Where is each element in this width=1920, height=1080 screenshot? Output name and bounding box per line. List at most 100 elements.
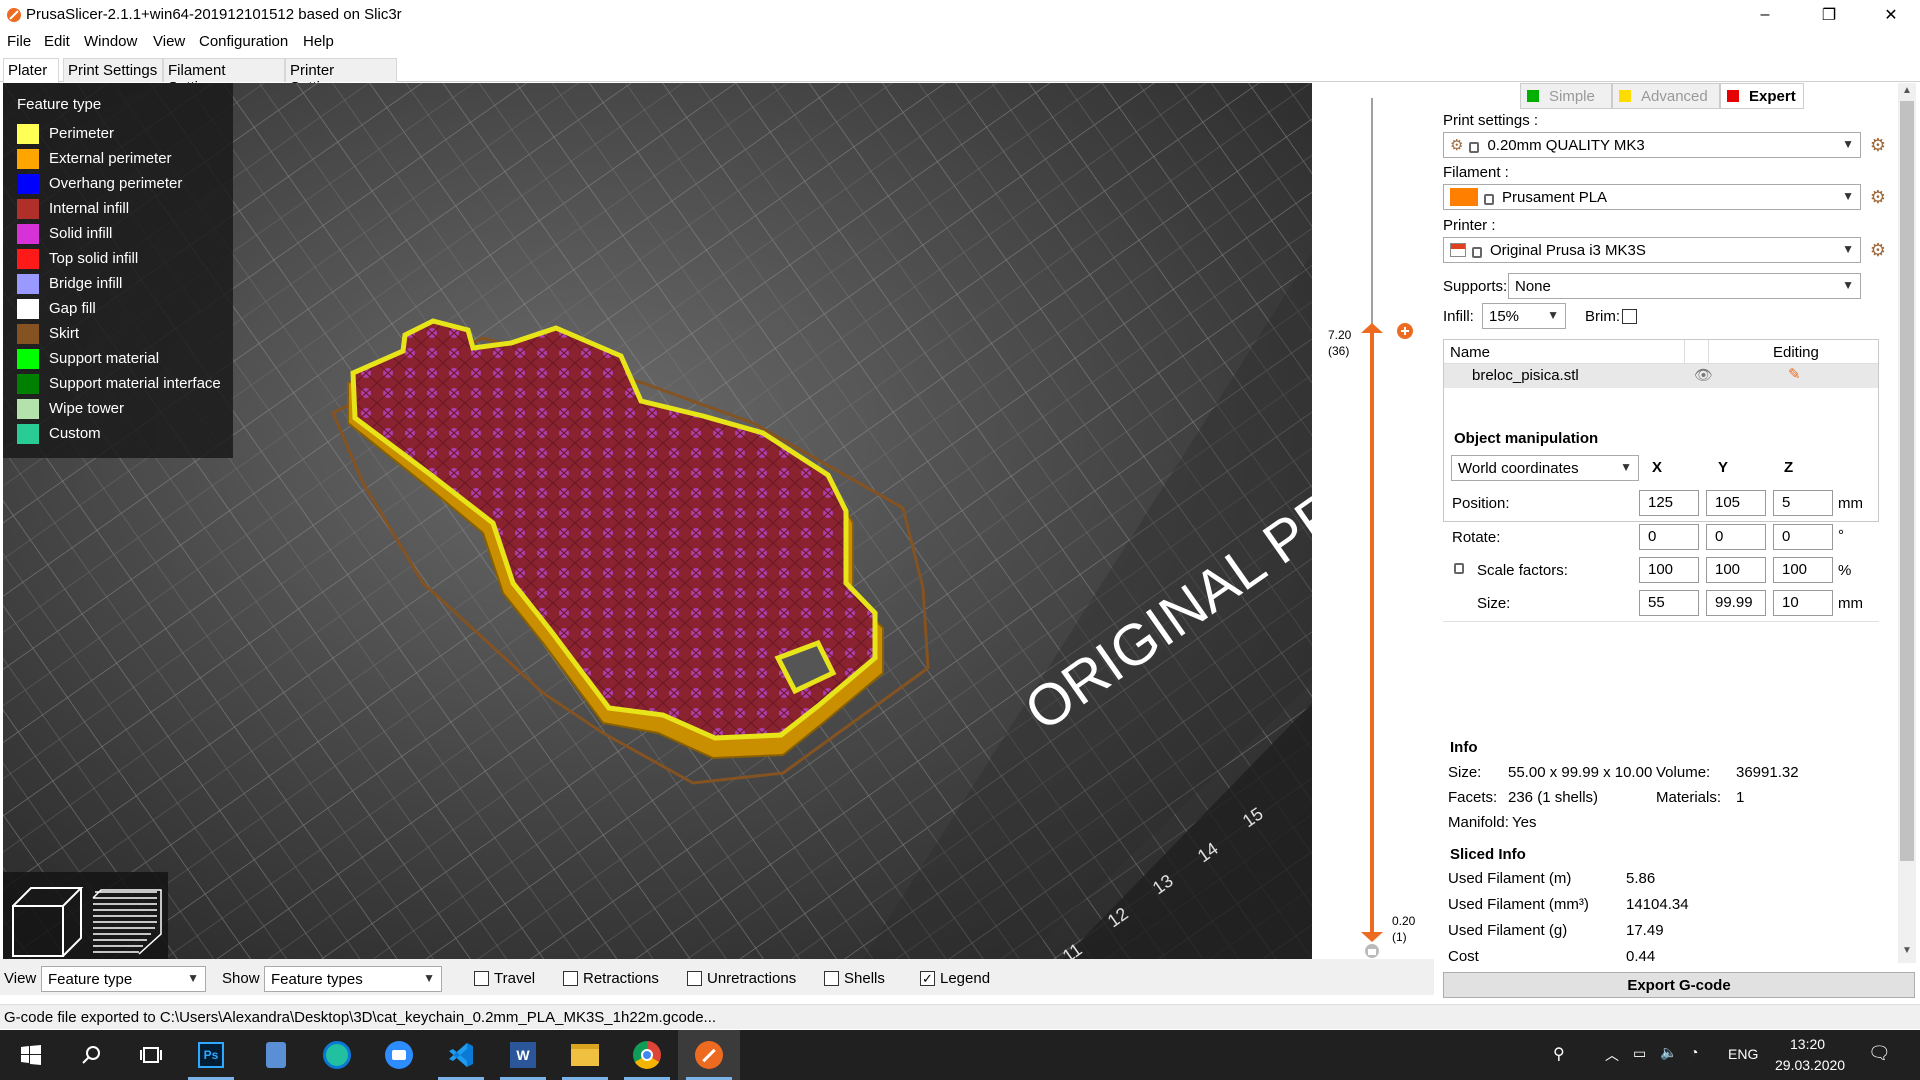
scale-x-input[interactable]: 100 [1639,557,1699,583]
menu-edit[interactable]: Edit [44,33,70,50]
printer-select[interactable]: Original Prusa i3 MK3S ▼ [1443,237,1861,263]
sidebar-scrollbar[interactable]: ▲ ▼ [1898,83,1916,963]
size-z-input[interactable]: 10 [1773,590,1833,616]
minimize-button[interactable]: – [1742,0,1788,30]
menu-view[interactable]: View [153,33,185,50]
coordinates-select[interactable]: World coordinates ▼ [1451,455,1639,481]
explorer-icon[interactable] [554,1030,616,1080]
search-icon[interactable] [60,1030,122,1080]
start-icon[interactable] [0,1030,62,1080]
size-label: Size: [1477,595,1511,612]
file-icon[interactable] [245,1030,307,1080]
rotate-label: Rotate: [1452,529,1501,546]
mode-expert-button[interactable]: Expert [1720,83,1804,109]
col-editing[interactable]: Editing [1773,344,1819,361]
export-gcode-button[interactable]: Export G-code [1443,972,1915,998]
menu-configuration[interactable]: Configuration [199,33,288,50]
menu-window[interactable]: Window [84,33,137,50]
maximize-button[interactable]: ❐ [1806,0,1852,30]
rotate-y-input[interactable]: 0 [1706,524,1766,550]
clock-time[interactable]: 13:20 [1790,1036,1825,1052]
bottom-layer-handle[interactable] [1361,932,1383,942]
edit-icon[interactable]: ✎ [1788,365,1801,383]
show-select[interactable]: Feature types ▼ [264,966,442,992]
rotate-x-input[interactable]: 0 [1639,524,1699,550]
preview-layers-icon[interactable] [92,889,162,955]
notifications-icon[interactable]: 🗨 [1868,1043,1891,1064]
size-x-input[interactable]: 55 [1639,590,1699,616]
word-icon[interactable]: W [492,1030,554,1080]
battery-icon[interactable]: ▭ [1633,1045,1646,1062]
position-x-input[interactable]: 125 [1639,490,1699,516]
mode-advanced-button[interactable]: Advanced [1612,83,1720,109]
scroll-up-icon[interactable]: ▲ [1902,85,1912,96]
lock-icon[interactable] [1365,944,1379,958]
shells-checkbox[interactable] [824,971,839,986]
legend-label: Skirt [49,325,79,342]
travel-checkbox[interactable] [474,971,489,986]
retractions-checkbox[interactable] [563,971,578,986]
tab-filament-settings[interactable]: Filament Settings [163,58,285,96]
gear-icon[interactable]: ⚙ [1868,187,1888,207]
people-icon[interactable]: ⚲ [1553,1044,1565,1064]
volume-icon[interactable]: 🔈 [1660,1044,1677,1061]
top-layer-handle[interactable] [1361,323,1383,333]
add-color-change-icon[interactable] [1397,323,1413,339]
position-z-input[interactable]: 5 [1773,490,1833,516]
eye-icon[interactable]: 👁 [1694,366,1713,384]
print-settings-select[interactable]: ⚙ 0.20mm QUALITY MK3 ▼ [1443,132,1861,158]
tab-printer-settings[interactable]: Printer Settings [285,58,397,96]
info-facets-value: 236 (1 shells) [1508,789,1599,806]
position-y-input[interactable]: 105 [1706,490,1766,516]
legend-label: External perimeter [49,150,172,167]
zoom-icon[interactable] [368,1030,430,1080]
mode-simple-button[interactable]: Simple [1520,83,1612,109]
legend-swatch [17,374,39,394]
vscode-icon[interactable] [430,1030,492,1080]
chevron-down-icon: ▼ [1620,460,1632,474]
wifi-icon[interactable]: ◔ [1690,1044,1698,1060]
brim-checkbox[interactable] [1622,309,1637,324]
close-button[interactable]: ✕ [1868,0,1914,30]
language-indicator[interactable]: ENG [1728,1046,1758,1062]
supports-select[interactable]: None ▼ [1508,273,1861,299]
rotate-z-input[interactable]: 0 [1773,524,1833,550]
preview-options-bar: View Feature type ▼ Show Feature types ▼… [0,959,1434,995]
legend-item: Skirt [17,323,232,345]
col-name[interactable]: Name [1450,344,1490,361]
gear-icon[interactable]: ⚙ [1868,240,1888,260]
tab-plater[interactable]: Plater [3,58,59,83]
prusaslicer-icon[interactable] [678,1030,740,1080]
legend-label: Wipe tower [49,400,125,417]
filament-select[interactable]: Prusament PLA ▼ [1443,184,1861,210]
lock-icon [1484,193,1494,205]
clock-date[interactable]: 29.03.2020 [1775,1057,1845,1073]
scale-z-input[interactable]: 100 [1773,557,1833,583]
chevron-down-icon: ▼ [1842,278,1854,292]
chat-icon[interactable] [306,1030,368,1080]
chevron-up-icon[interactable]: ︿ [1605,1045,1619,1065]
legend-checkbox[interactable]: ✓ [920,971,935,986]
info-manifold-label: Manifold: [1448,814,1509,831]
object-row[interactable]: breloc_pisica.stl 👁 ✎ [1444,364,1878,388]
legend-swatch [17,324,39,344]
menu-file[interactable]: File [7,33,31,50]
scale-lock-icon[interactable] [1454,563,1464,574]
legend-item: External perimeter [17,148,232,170]
sliced-row-label: Used Filament (mm³) [1448,896,1589,913]
chrome-icon[interactable] [616,1030,678,1080]
scroll-down-icon[interactable]: ▼ [1902,945,1912,956]
view-type-select[interactable]: Feature type ▼ [41,966,206,992]
menu-help[interactable]: Help [303,33,334,50]
scrollbar-thumb[interactable] [1900,101,1914,861]
3d-view-icon[interactable] [12,887,84,957]
task-view-icon[interactable] [120,1030,182,1080]
tab-print-settings[interactable]: Print Settings [63,58,163,82]
info-materials-value: 1 [1736,789,1745,806]
gear-icon[interactable]: ⚙ [1868,135,1888,155]
scale-y-input[interactable]: 100 [1706,557,1766,583]
unretractions-checkbox[interactable] [687,971,702,986]
photoshop-icon[interactable]: Ps [180,1030,242,1080]
size-y-input[interactable]: 99.99 [1706,590,1766,616]
infill-select[interactable]: 15% ▼ [1482,303,1566,329]
